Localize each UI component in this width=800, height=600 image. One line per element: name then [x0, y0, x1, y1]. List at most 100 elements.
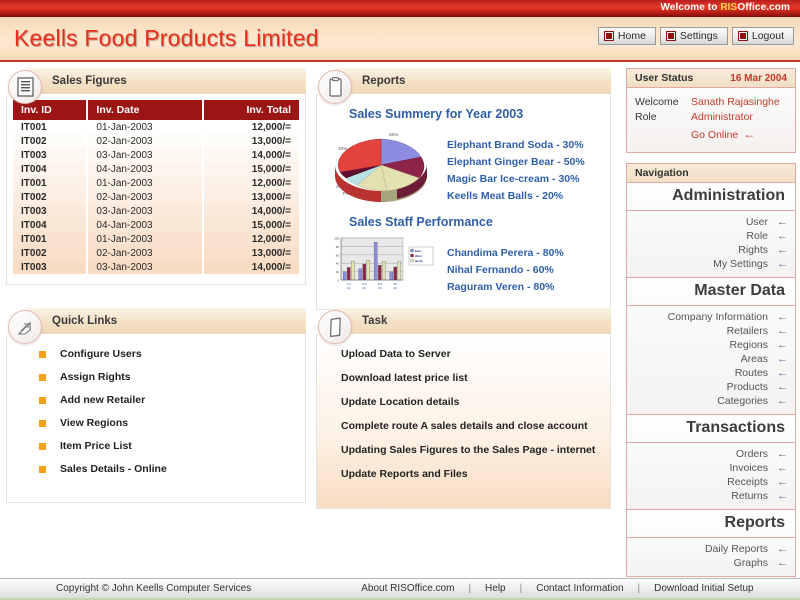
staff-performance-legend: Chandima Perera - 80% Nihal Fernando - 60… — [447, 235, 564, 296]
table-row[interactable]: IT002 02-Jan-2003 13,000/= — [13, 246, 299, 260]
nav-button-settings[interactable]: Settings — [659, 27, 728, 45]
task-item[interactable]: Upload Data to Server — [341, 348, 610, 360]
table-row[interactable]: IT002 02-Jan-2003 13,000/= — [13, 134, 299, 148]
table-row[interactable]: IT002 02-Jan-2003 13,000/= — [13, 190, 299, 204]
nav-item-user[interactable]: User ← — [627, 215, 795, 229]
brand-ris: RIS — [720, 2, 738, 13]
footer-links: About RISOffice.com | Help | Contact Informa… — [361, 583, 753, 594]
nav-item-company-information[interactable]: Company Information ← — [627, 310, 795, 324]
nav-item-invoices[interactable]: Invoices ← — [627, 461, 795, 475]
arrow-left-icon: ← — [777, 367, 788, 379]
welcome-prefix: Welcome to — [660, 2, 721, 13]
table-row[interactable]: IT004 04-Jan-2003 15,000/= — [13, 162, 299, 176]
arrow-left-icon: ← — [777, 490, 788, 502]
cell-inv-date: 03-Jan-2003 — [87, 260, 205, 274]
bullet-square-icon — [39, 442, 46, 450]
svg-text:20: 20 — [336, 270, 340, 274]
bullet-square-icon — [39, 419, 46, 427]
nav-item-label: User — [745, 216, 768, 228]
square-icon — [737, 31, 748, 41]
nav-item-role[interactable]: Role ← — [627, 229, 795, 243]
quick-link-label: Sales Details - Online — [60, 463, 167, 475]
column-header-inv-date: Inv. Date — [87, 100, 205, 120]
nav-item-routes[interactable]: Routes ← — [627, 366, 795, 380]
arrow-left-icon: ← — [777, 543, 788, 555]
nav-item-areas[interactable]: Areas ← — [627, 352, 795, 366]
quick-link-item[interactable]: Configure Users — [39, 348, 305, 360]
table-row[interactable]: IT003 03-Jan-2003 14,000/= — [13, 204, 299, 218]
go-online-link[interactable]: Go Online — [691, 129, 738, 141]
nav-item-rights[interactable]: Rights ← — [627, 243, 795, 257]
nav-section-title: Administration — [627, 183, 795, 211]
nav-item-label: Orders — [735, 448, 768, 460]
task-item[interactable]: Updating Sales Figures to the Sales Page… — [341, 444, 610, 456]
pie-chart: 26% 16% 16% 7% 3% 32% — [327, 127, 437, 203]
nav-section-items: Orders ← Invoices ← Receipts ← Returns ← — [627, 443, 795, 510]
nav-button-home[interactable]: Home — [597, 27, 656, 45]
svg-text:80: 80 — [336, 245, 340, 249]
list-document-icon — [8, 70, 42, 104]
quick-link-label: Item Price List — [60, 440, 132, 452]
task-item[interactable]: Update Location details — [341, 396, 610, 408]
quick-links-body: Configure Users Assign Rights Add new Reta… — [6, 334, 306, 503]
nav-item-graphs[interactable]: Graphs ← — [627, 556, 795, 570]
nav-item-daily-reports[interactable]: Daily Reports ← — [627, 542, 795, 556]
nav-item-receipts[interactable]: Receipts ← — [627, 475, 795, 489]
nav-item-regions[interactable]: Regions ← — [627, 338, 795, 352]
table-row[interactable]: IT001 01-Jan-2003 12,000/= — [13, 176, 299, 190]
nav-item-my-settings[interactable]: My Settings ← — [627, 257, 795, 271]
footer-separator: | — [519, 583, 523, 594]
arrow-left-icon: ← — [777, 395, 788, 407]
nav-item-products[interactable]: Products ← — [627, 380, 795, 394]
quick-link-item[interactable]: Sales Details - Online — [39, 463, 305, 475]
nav-item-label: Routes — [734, 367, 768, 379]
table-row[interactable]: IT001 01-Jan-2003 12,000/= — [13, 120, 299, 134]
nav-section: Reports Daily Reports ← Graphs ← — [627, 510, 795, 576]
cell-inv-total: 14,000/= — [203, 204, 299, 218]
arrow-left-icon: ← — [777, 353, 788, 365]
role-value: Administrator — [691, 111, 753, 123]
sales-figures-title: Sales Figures — [52, 75, 127, 87]
quick-link-item[interactable]: View Regions — [39, 417, 305, 429]
nav-item-orders[interactable]: Orders ← — [627, 447, 795, 461]
nav-item-label: Receipts — [727, 476, 768, 488]
table-row[interactable]: IT003 03-Jan-2003 14,000/= — [13, 148, 299, 162]
svg-text:40: 40 — [336, 262, 340, 266]
table-row[interactable]: IT004 04-Jan-2003 15,000/= — [13, 218, 299, 232]
footer-copyright: Copyright © John Keells Computer Service… — [56, 583, 252, 594]
quick-link-item[interactable]: Item Price List — [39, 440, 305, 452]
svg-text:West: West — [415, 254, 422, 258]
arrow-left-icon: ← — [777, 476, 788, 488]
cell-inv-date: 02-Jan-2003 — [87, 134, 205, 148]
nav-item-returns[interactable]: Returns ← — [627, 489, 795, 503]
nav-button-logout[interactable]: Logout — [731, 27, 794, 45]
sales-figures-body: Inv. ID Inv. Date Inv. Total IT001 01-Jan… — [6, 94, 306, 285]
footer-link[interactable]: Help — [485, 583, 506, 594]
summary-legend-item: Elephant Brand Soda - 30% — [447, 139, 584, 151]
sales-figures-table: Inv. ID Inv. Date Inv. Total IT001 01-Jan… — [13, 100, 299, 274]
footer-link[interactable]: About RISOffice.com — [361, 583, 454, 594]
nav-item-categories[interactable]: Categories ← — [627, 394, 795, 408]
role-row: Role Administrator — [635, 110, 787, 125]
cell-inv-total: 14,000/= — [203, 148, 299, 162]
arrow-left-icon: ← — [777, 216, 788, 228]
bullet-square-icon — [39, 465, 46, 473]
footer-link[interactable]: Contact Information — [536, 583, 623, 594]
cell-inv-id: IT003 — [13, 204, 89, 218]
footer-link[interactable]: Download Initial Setup — [654, 583, 754, 594]
task-item[interactable]: Complete route A sales details and close… — [341, 420, 610, 432]
task-item[interactable]: Update Reports and Files — [341, 468, 610, 480]
quick-link-item[interactable]: Add new Retailer — [39, 394, 305, 406]
summary-legend-item: Elephant Ginger Bear - 50% — [447, 156, 585, 168]
quick-link-item[interactable]: Assign Rights — [39, 371, 305, 383]
cell-inv-total: 15,000/= — [203, 162, 299, 176]
table-row[interactable]: IT003 03-Jan-2003 14,000/= — [13, 260, 299, 274]
task-item[interactable]: Download latest price list — [341, 372, 610, 384]
nav-item-retailers[interactable]: Retailers ← — [627, 324, 795, 338]
footer-separator: | — [637, 583, 641, 594]
svg-text:North: North — [415, 259, 423, 263]
page-header: Keells Food Products Limited Home Settin… — [0, 17, 800, 62]
nav-section-title: Master Data — [627, 278, 795, 306]
table-row[interactable]: IT001 01-Jan-2003 12,000/= — [13, 232, 299, 246]
staff-legend-item: Nihal Fernando - 60% — [447, 264, 554, 276]
